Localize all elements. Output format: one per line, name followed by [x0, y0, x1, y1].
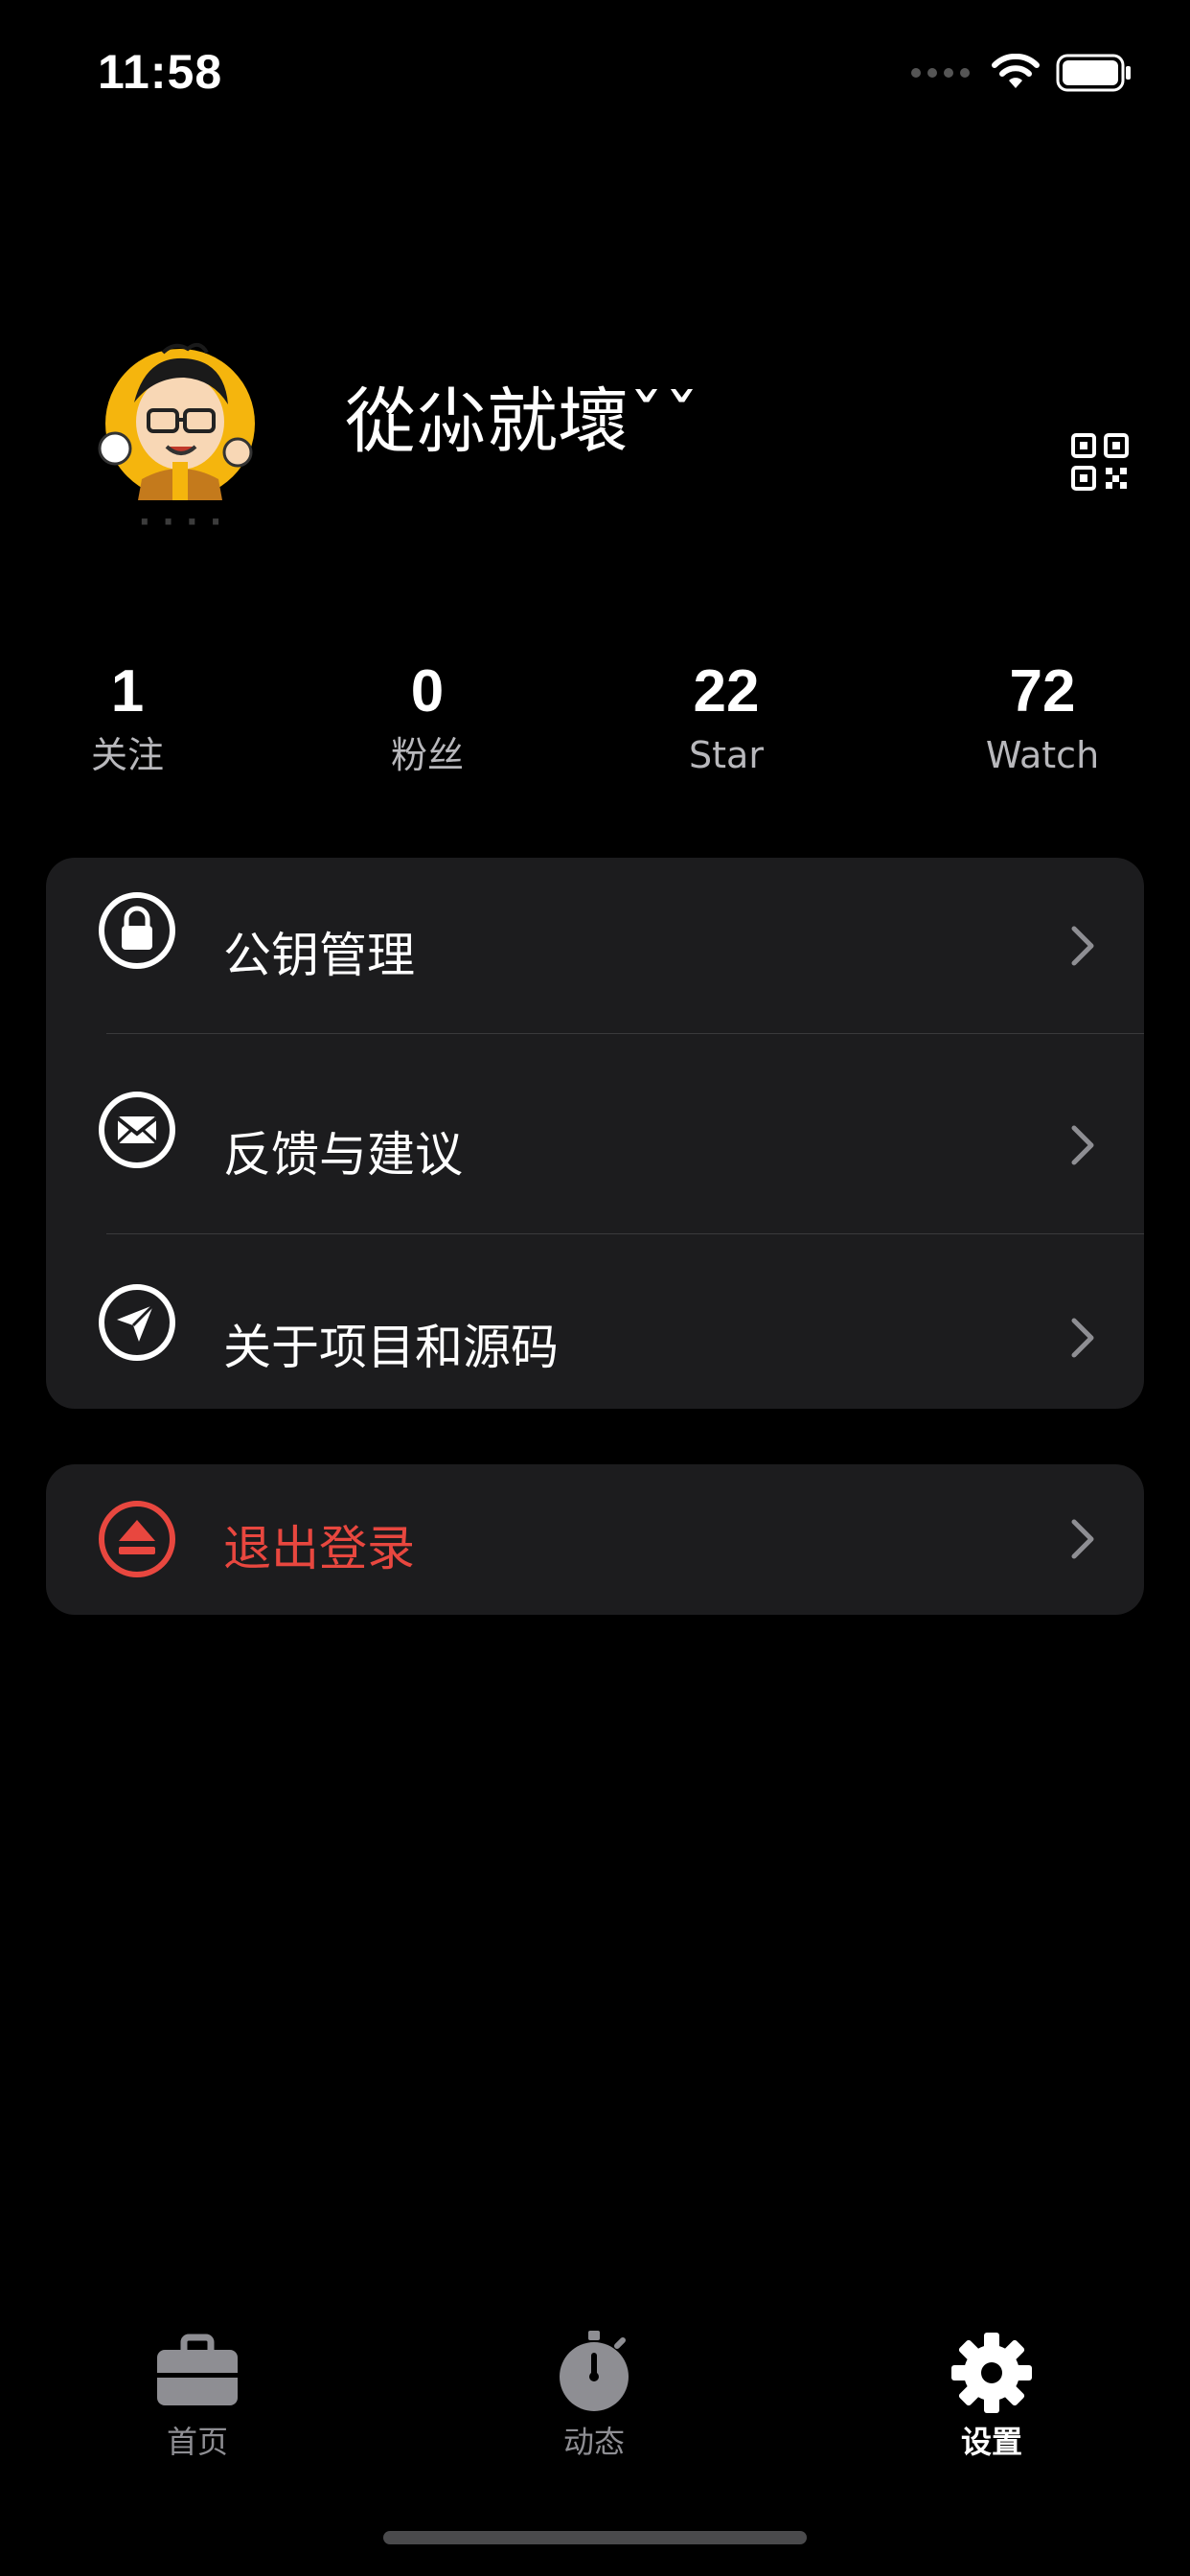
- stat-following[interactable]: 1 关注: [3, 654, 252, 780]
- status-time: 11:58: [98, 45, 223, 99]
- logout-button[interactable]: 退出登录: [46, 1464, 1144, 1615]
- stat-followers[interactable]: 0 粉丝: [303, 654, 552, 780]
- stat-label: 粉丝: [390, 734, 464, 776]
- qr-code-icon[interactable]: [1071, 433, 1129, 491]
- tab-label: 动态: [562, 2424, 625, 2460]
- stat-star[interactable]: 22 Star: [602, 654, 851, 780]
- stat-label: Star: [689, 734, 764, 776]
- settings-item-about[interactable]: 关于项目和源码: [46, 1234, 1144, 1409]
- stat-value: 1: [110, 658, 145, 724]
- stat-value: 22: [693, 658, 760, 724]
- logout-label: 退出登录: [223, 1521, 415, 1576]
- tab-settings[interactable]: 设置: [886, 2329, 1097, 2463]
- stat-value: 0: [410, 658, 445, 724]
- svg-text:· · · ·: · · · ·: [138, 503, 221, 541]
- settings-item-label: 公钥管理: [223, 928, 415, 983]
- chevron-right-icon: [1071, 1125, 1094, 1165]
- wifi-icon: [992, 54, 1040, 88]
- home-indicator[interactable]: [383, 2531, 807, 2544]
- tab-home[interactable]: 首页: [92, 2329, 303, 2463]
- logout-card: 退出登录: [46, 1464, 1144, 1615]
- settings-item-public-keys[interactable]: 公钥管理: [46, 858, 1144, 1033]
- stat-label: Watch: [985, 734, 1100, 776]
- mail-icon: [99, 1092, 175, 1168]
- stopwatch-icon: [560, 2331, 629, 2411]
- chevron-right-icon: [1071, 926, 1094, 966]
- briefcase-icon: [157, 2334, 238, 2405]
- tab-label: 设置: [960, 2424, 1022, 2460]
- stat-label: 关注: [90, 734, 164, 776]
- cellular-signal-icon: [911, 68, 970, 78]
- status-bar: 11:58: [0, 0, 1190, 144]
- stat-watch[interactable]: 72 Watch: [918, 654, 1167, 780]
- lock-icon: [99, 892, 175, 969]
- settings-item-feedback[interactable]: 反馈与建议: [46, 1034, 1144, 1233]
- gear-icon: [951, 2333, 1032, 2413]
- logout-icon: [99, 1501, 175, 1577]
- status-icons: [911, 50, 1133, 96]
- settings-item-label: 关于项目和源码: [223, 1320, 559, 1375]
- stat-value: 72: [1009, 658, 1076, 724]
- tab-activity[interactable]: 动态: [489, 2329, 699, 2463]
- chevron-right-icon: [1071, 1519, 1094, 1559]
- settings-card: 公钥管理 反馈与建议 关于项目和源码: [46, 858, 1144, 1409]
- avatar[interactable]: · · · ·: [96, 335, 263, 541]
- settings-item-label: 反馈与建议: [223, 1127, 463, 1183]
- username: 從尛就壞ˇˇ: [345, 380, 699, 463]
- tab-label: 首页: [166, 2424, 228, 2460]
- chevron-right-icon: [1071, 1318, 1094, 1358]
- battery-icon: [1056, 54, 1131, 92]
- send-icon: [99, 1284, 175, 1361]
